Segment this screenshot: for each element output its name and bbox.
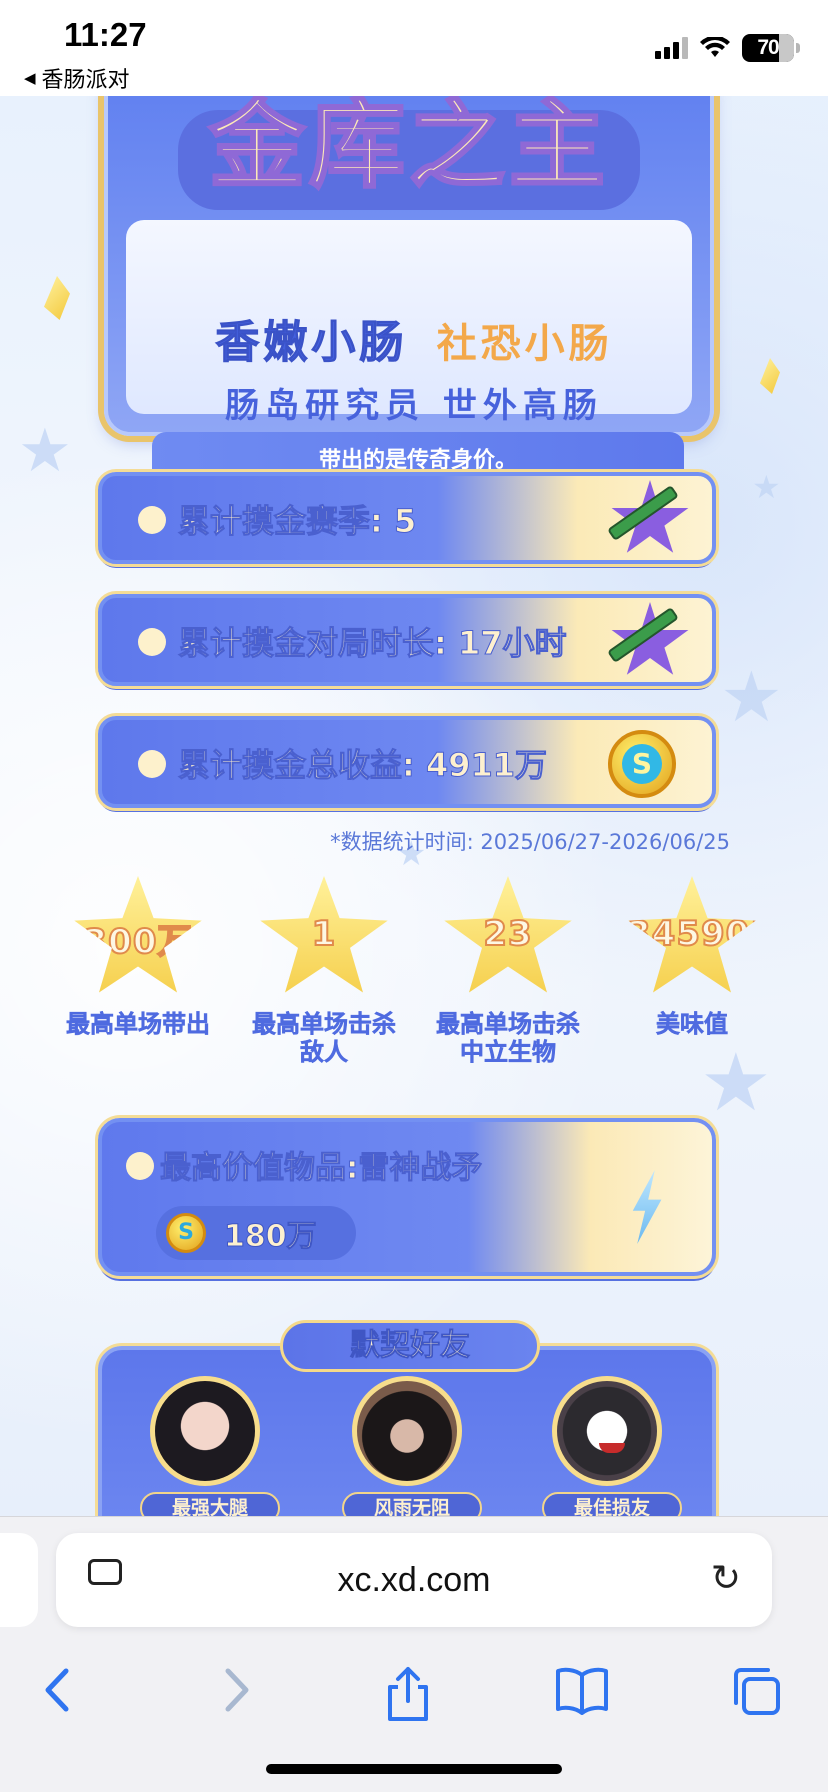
home-indicator: [266, 1764, 562, 1774]
coin-icon: S: [166, 1213, 206, 1253]
battery-icon: 70: [742, 34, 800, 62]
avatar[interactable]: [552, 1376, 662, 1486]
highlight-value: 1: [311, 913, 337, 955]
avatar[interactable]: [352, 1376, 462, 1486]
content-layer: 金库之主 香嫩小肠 社恐小肠 肠岛研究员 世外高肠 带出的是传奇身价。 累计摸金…: [0, 96, 828, 1516]
title-tags-row1: 香嫩小肠 社恐小肠: [0, 306, 828, 370]
friend-item[interactable]: 最佳损友: [542, 1376, 682, 1516]
battery-level: 70: [757, 36, 779, 59]
back-app-label: 香肠派对: [41, 68, 130, 93]
price-value: 180万: [224, 1219, 318, 1255]
browser-nav-row: [0, 1647, 828, 1733]
top-value-item-card: 最高价值物品:雷神战矛 S 180万: [98, 1118, 716, 1276]
friends-section-title: 默契好友: [280, 1320, 540, 1372]
avatar[interactable]: [150, 1376, 260, 1486]
stat-duration-bar: 累计摸金对局时长: 17小时: [98, 594, 716, 686]
page-title: 金库之主: [208, 96, 609, 203]
back-to-app-button[interactable]: ◀ 香肠派对: [24, 62, 130, 94]
tabs-icon: [734, 1668, 780, 1715]
tag-secondary: 社恐小肠: [436, 321, 613, 367]
wifi-icon: [700, 37, 730, 57]
bullet-dot: [126, 1152, 154, 1180]
reload-icon[interactable]: ↻: [706, 1559, 746, 1599]
friend-tag: 最强大腿: [140, 1492, 280, 1516]
title-tags-row2: 肠岛研究员 世外高肠: [225, 386, 603, 426]
highlight-value: 300万: [83, 921, 193, 963]
forward-button[interactable]: [206, 1665, 266, 1725]
highlight-label: 美味值: [656, 1010, 729, 1039]
highlight-max-extract: 300万 最高单场带出: [48, 876, 228, 1038]
status-icons: 70: [655, 34, 800, 62]
previous-tab-preview[interactable]: [0, 1533, 38, 1627]
book-icon: [556, 1667, 608, 1715]
top-item-price: S 180万: [156, 1206, 356, 1260]
url-text: xc.xd.com: [337, 1561, 491, 1599]
status-time: 11:27: [64, 16, 147, 53]
stat-label: 累计摸金总收益: 4911万: [177, 746, 548, 785]
tag-primary: 香嫩小肠: [215, 317, 408, 369]
chevron-left-icon: [45, 1668, 69, 1712]
share-icon: [388, 1667, 428, 1721]
browser-toolbar: xc.xd.com ↻: [0, 1516, 828, 1792]
highlight-value: 345905: [627, 913, 775, 955]
highlight-label: 最高单场带出: [66, 1010, 211, 1039]
back-triangle-icon: ◀: [24, 69, 36, 87]
stat-seasons-bar: 累计摸金赛季: 5: [98, 472, 716, 564]
highlight-tasty-value: 345905 美味值: [602, 876, 782, 1038]
friend-item[interactable]: 最强大腿: [140, 1376, 280, 1516]
highlight-max-neutral: 23 最高单场击杀中立生物: [418, 876, 598, 1066]
tabs-button[interactable]: [726, 1665, 786, 1725]
gold-star-icon: 345905: [627, 876, 775, 993]
cellular-signal-icon: [655, 37, 688, 59]
stat-label: 累计摸金赛季: 5: [177, 502, 417, 541]
highlight-max-kills: 1 最高单场击杀敌人: [234, 876, 414, 1066]
top-item-label: 最高价值物品:雷神战矛: [159, 1150, 483, 1187]
gold-star-icon: 23: [444, 876, 572, 993]
back-button[interactable]: [28, 1665, 88, 1725]
friend-tag: 风雨无阻: [342, 1492, 482, 1516]
gold-star-icon: 300万: [74, 876, 202, 993]
address-bar[interactable]: xc.xd.com ↻: [56, 1533, 772, 1627]
friend-item[interactable]: 风雨无阻: [342, 1376, 482, 1516]
friend-tag: 最佳损友: [542, 1492, 682, 1516]
stat-income-bar: 累计摸金总收益: 4911万 S: [98, 716, 716, 808]
lightning-icon: [632, 1170, 662, 1244]
bookmarks-button[interactable]: [552, 1665, 612, 1725]
bullet-dot: [138, 750, 166, 778]
status-bar: 11:27 ◀ 香肠派对 70: [0, 0, 828, 96]
stat-period-note: *数据统计时间: 2025/06/27-2026/06/25: [330, 830, 730, 854]
highlight-label: 最高单场击杀中立生物: [436, 1010, 581, 1067]
share-button[interactable]: [378, 1665, 438, 1725]
coin-icon: S: [608, 730, 676, 798]
gold-star-icon: 1: [260, 876, 388, 993]
stat-label: 累计摸金对局时长: 17小时: [177, 624, 567, 663]
highlight-value: 23: [482, 913, 533, 955]
chevron-right-icon: [225, 1668, 249, 1712]
bullet-dot: [138, 506, 166, 534]
highlight-label: 最高单场击杀敌人: [252, 1010, 397, 1067]
bullet-dot: [138, 628, 166, 656]
